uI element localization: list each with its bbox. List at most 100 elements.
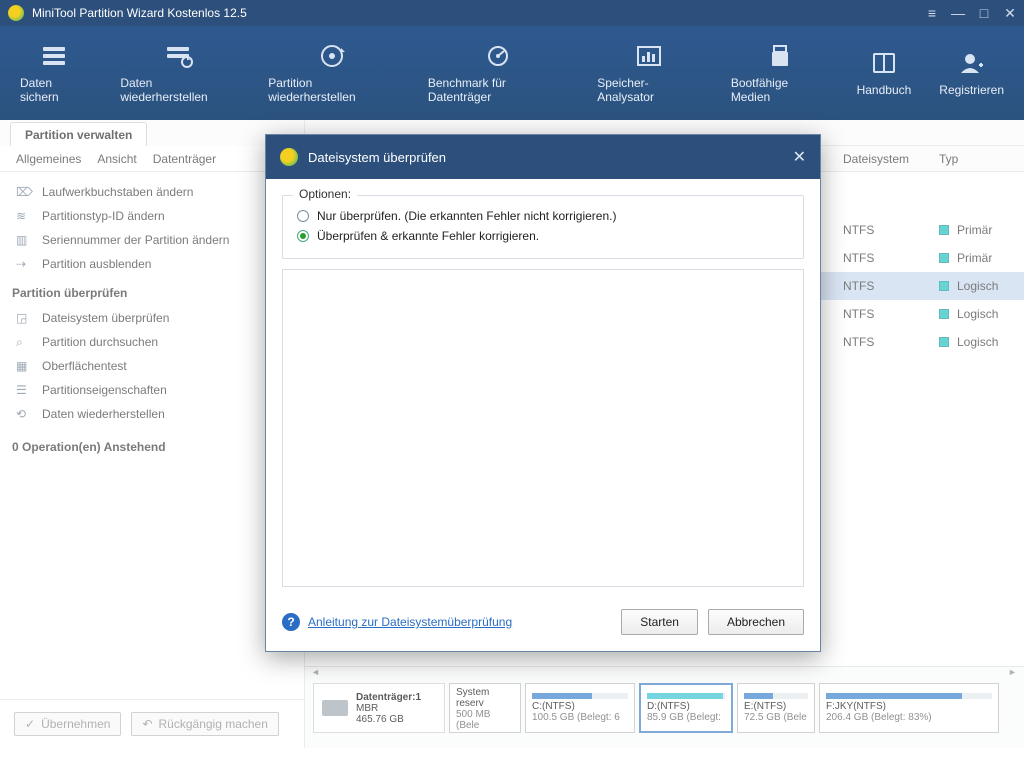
- op-properties[interactable]: ☰Partitionseigenschaften: [10, 378, 294, 402]
- radio-label: Überprüfen & erkannte Fehler korrigieren…: [317, 229, 539, 243]
- menu-view[interactable]: Ansicht: [97, 152, 136, 166]
- letter-icon: ⌦: [16, 185, 32, 199]
- cell-fs: NTFS: [835, 223, 931, 237]
- cancel-button[interactable]: Abbrechen: [708, 609, 804, 635]
- disk-refresh-icon: [164, 42, 196, 70]
- block-label: F:JKY(NTFS): [826, 701, 992, 712]
- radio-label: Nur überprüfen. (Die erkannten Fehler ni…: [317, 209, 616, 223]
- check-icon: ◲: [16, 311, 32, 325]
- tool-label: Partition wiederherstellen: [268, 76, 400, 104]
- op-change-letter[interactable]: ⌦Laufwerkbuchstaben ändern: [10, 180, 294, 204]
- hdd-icon: [322, 700, 348, 716]
- block-sublabel: 85.9 GB (Belegt:: [647, 712, 725, 723]
- block-sublabel: 500 MB (Bele: [456, 709, 514, 731]
- start-button[interactable]: Starten: [621, 609, 698, 635]
- tool-restore-data[interactable]: Daten wiederherstellen: [106, 34, 254, 112]
- check-filesystem-dialog: Dateisystem überprüfen ✕ Optionen: Nur ü…: [265, 134, 821, 652]
- col-filesystem[interactable]: Dateisystem: [835, 152, 931, 166]
- block-label: E:(NTFS): [744, 701, 808, 712]
- block-sublabel: 72.5 GB (Bele: [744, 712, 808, 723]
- scroll-right-icon[interactable]: ►: [1008, 667, 1018, 677]
- main-toolbar: Daten sichern Daten wiederherstellen Par…: [0, 26, 1024, 120]
- op-check-fs[interactable]: ◲Dateisystem überprüfen: [10, 306, 294, 330]
- radio-check-only[interactable]: Nur überprüfen. (Die erkannten Fehler ni…: [297, 206, 789, 226]
- disk-size: 465.76 GB: [356, 714, 421, 725]
- user-plus-icon: [956, 49, 988, 77]
- undo-button[interactable]: ↶ Rückgängig machen: [131, 712, 278, 736]
- tool-register[interactable]: Registrieren: [925, 41, 1018, 105]
- minimize-icon[interactable]: ―: [952, 7, 964, 19]
- undo-icon: ↶: [142, 717, 152, 731]
- close-icon[interactable]: ✕: [1004, 7, 1016, 19]
- radio-icon: [297, 210, 309, 222]
- disk-block[interactable]: E:(NTFS)72.5 GB (Bele: [737, 683, 815, 733]
- cell-type: Primär: [931, 223, 1024, 237]
- op-change-typeid[interactable]: ≋Partitionstyp-ID ändern: [10, 204, 294, 228]
- type-color-icon: [939, 225, 949, 235]
- disk-block[interactable]: D:(NTFS)85.9 GB (Belegt:: [639, 683, 733, 733]
- apply-button[interactable]: ✓Übernehmen: [14, 712, 121, 736]
- tool-label: Registrieren: [939, 83, 1004, 97]
- radio-check-fix[interactable]: Überprüfen & erkannte Fehler korrigieren…: [297, 226, 789, 246]
- section-check: Partition überprüfen: [10, 276, 294, 306]
- tool-bootmedia[interactable]: Bootfähige Medien: [717, 34, 843, 112]
- options-legend: Optionen:: [293, 187, 357, 201]
- disk-info[interactable]: Datenträger:1 MBR 465.76 GB: [313, 683, 445, 733]
- app-title: MiniTool Partition Wizard Kostenlos 12.5: [32, 6, 247, 20]
- disk-block[interactable]: F:JKY(NTFS)206.4 GB (Belegt: 83%): [819, 683, 999, 733]
- cell-type: Logisch: [931, 279, 1024, 293]
- menu-icon[interactable]: ≡: [926, 7, 938, 19]
- op-change-serial[interactable]: ▥Seriennummer der Partition ändern: [10, 228, 294, 252]
- block-sublabel: 100.5 GB (Belegt: 6: [532, 712, 628, 723]
- menu-general[interactable]: Allgemeines: [16, 152, 81, 166]
- tool-manual[interactable]: Handbuch: [843, 41, 926, 105]
- close-icon[interactable]: ✕: [793, 147, 806, 167]
- tool-label: Daten wiederherstellen: [120, 76, 240, 104]
- menu-disk[interactable]: Datenträger: [153, 152, 216, 166]
- search-icon: ⌕: [16, 335, 32, 349]
- hide-icon: ⇢: [16, 257, 32, 271]
- disk-block[interactable]: C:(NTFS)100.5 GB (Belegt: 6: [525, 683, 635, 733]
- block-label: System reserv: [456, 687, 514, 709]
- disk-block[interactable]: System reserv500 MB (Bele: [449, 683, 521, 733]
- type-color-icon: [939, 337, 949, 347]
- disk-scheme: MBR: [356, 703, 421, 714]
- grid-icon: ▦: [16, 359, 32, 373]
- tool-label: Bootfähige Medien: [731, 76, 829, 104]
- maximize-icon[interactable]: □: [978, 7, 990, 19]
- block-label: D:(NTFS): [647, 701, 725, 712]
- help-link-group: ? Anleitung zur Dateisystemüberprüfung: [282, 613, 512, 631]
- operations-list: ⌦Laufwerkbuchstaben ändern ≋Partitionsty…: [0, 172, 304, 699]
- op-label: Seriennummer der Partition ändern: [42, 233, 229, 247]
- tool-label: Benchmark für Datenträger: [428, 76, 569, 104]
- op-recover-data[interactable]: ⟲ Daten wiederherstellen: [10, 402, 294, 426]
- cell-fs: NTFS: [835, 307, 931, 321]
- app-icon: [8, 5, 24, 21]
- col-type[interactable]: Typ: [931, 152, 1024, 166]
- apply-undo-bar: ✓Übernehmen ↶ Rückgängig machen: [0, 699, 304, 748]
- cell-fs: NTFS: [835, 251, 931, 265]
- tool-backup[interactable]: Daten sichern: [6, 34, 106, 112]
- button-label: Übernehmen: [41, 717, 110, 731]
- op-surface-test[interactable]: ▦Oberflächentest: [10, 354, 294, 378]
- tool-benchmark[interactable]: Benchmark für Datenträger: [414, 34, 583, 112]
- cell-fs: NTFS: [835, 279, 931, 293]
- button-label: Rückgängig machen: [159, 717, 268, 731]
- tab-partition-manage[interactable]: Partition verwalten: [10, 122, 147, 146]
- op-label: Daten wiederherstellen: [42, 407, 165, 421]
- op-explore[interactable]: ⌕Partition durchsuchen: [10, 330, 294, 354]
- radio-icon: [297, 230, 309, 242]
- op-hide-partition[interactable]: ⇢Partition ausblenden: [10, 252, 294, 276]
- tool-analyzer[interactable]: Speicher-Analysator: [583, 34, 717, 112]
- left-tab-header: Partition verwalten: [0, 120, 304, 146]
- window-controls: ≡ ― □ ✕: [926, 7, 1016, 19]
- help-icon: ?: [282, 613, 300, 631]
- options-fieldset: Optionen: Nur überprüfen. (Die erkannten…: [282, 195, 804, 259]
- recover-icon: ⟲: [16, 407, 32, 421]
- disk-recover-icon: [318, 42, 350, 70]
- help-link[interactable]: Anleitung zur Dateisystemüberprüfung: [308, 615, 512, 629]
- scroll-left-icon[interactable]: ◄: [311, 667, 321, 677]
- tool-restore-partition[interactable]: Partition wiederherstellen: [254, 34, 414, 112]
- disk-map: ◄ ► Datenträger:1 MBR 465.76 GB System r…: [305, 666, 1024, 748]
- cell-type: Primär: [931, 251, 1024, 265]
